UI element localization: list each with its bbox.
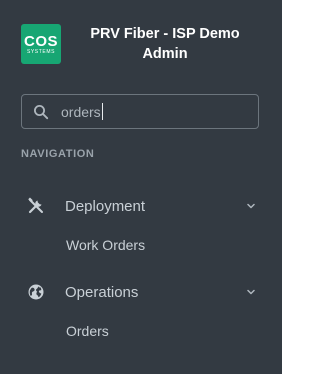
search-input[interactable]: orders bbox=[61, 103, 103, 120]
nav-item-deployment[interactable]: Deployment bbox=[21, 194, 262, 218]
nav-subitem-orders[interactable]: Orders bbox=[66, 323, 109, 339]
logo-subtext: SYSTEMS bbox=[26, 48, 56, 55]
nav-label-deployment: Deployment bbox=[65, 197, 146, 215]
app-title: PRV Fiber - ISP Demo Admin bbox=[90, 26, 240, 62]
text-cursor bbox=[101, 103, 103, 120]
chevron-down-icon[interactable] bbox=[246, 201, 256, 211]
logo-text: COS bbox=[23, 32, 58, 50]
brand-header[interactable]: COS SYSTEMS PRV Fiber - ISP Demo Admin bbox=[21, 24, 263, 64]
globe-icon bbox=[28, 284, 44, 300]
chevron-down-icon[interactable] bbox=[246, 287, 256, 297]
nav-section-header: NAVIGATION bbox=[21, 148, 95, 160]
search-icon bbox=[34, 104, 49, 119]
tools-icon bbox=[28, 197, 43, 214]
search-value: orders bbox=[61, 103, 101, 120]
sidebar: COS SYSTEMS PRV Fiber - ISP Demo Admin o… bbox=[0, 0, 282, 374]
search-box[interactable]: orders bbox=[21, 94, 259, 129]
nav-subitem-work-orders[interactable]: Work Orders bbox=[66, 237, 145, 253]
nav-item-operations[interactable]: Operations bbox=[21, 280, 262, 304]
company-logo[interactable]: COS SYSTEMS bbox=[21, 24, 61, 64]
nav-label-operations: Operations bbox=[65, 283, 139, 301]
